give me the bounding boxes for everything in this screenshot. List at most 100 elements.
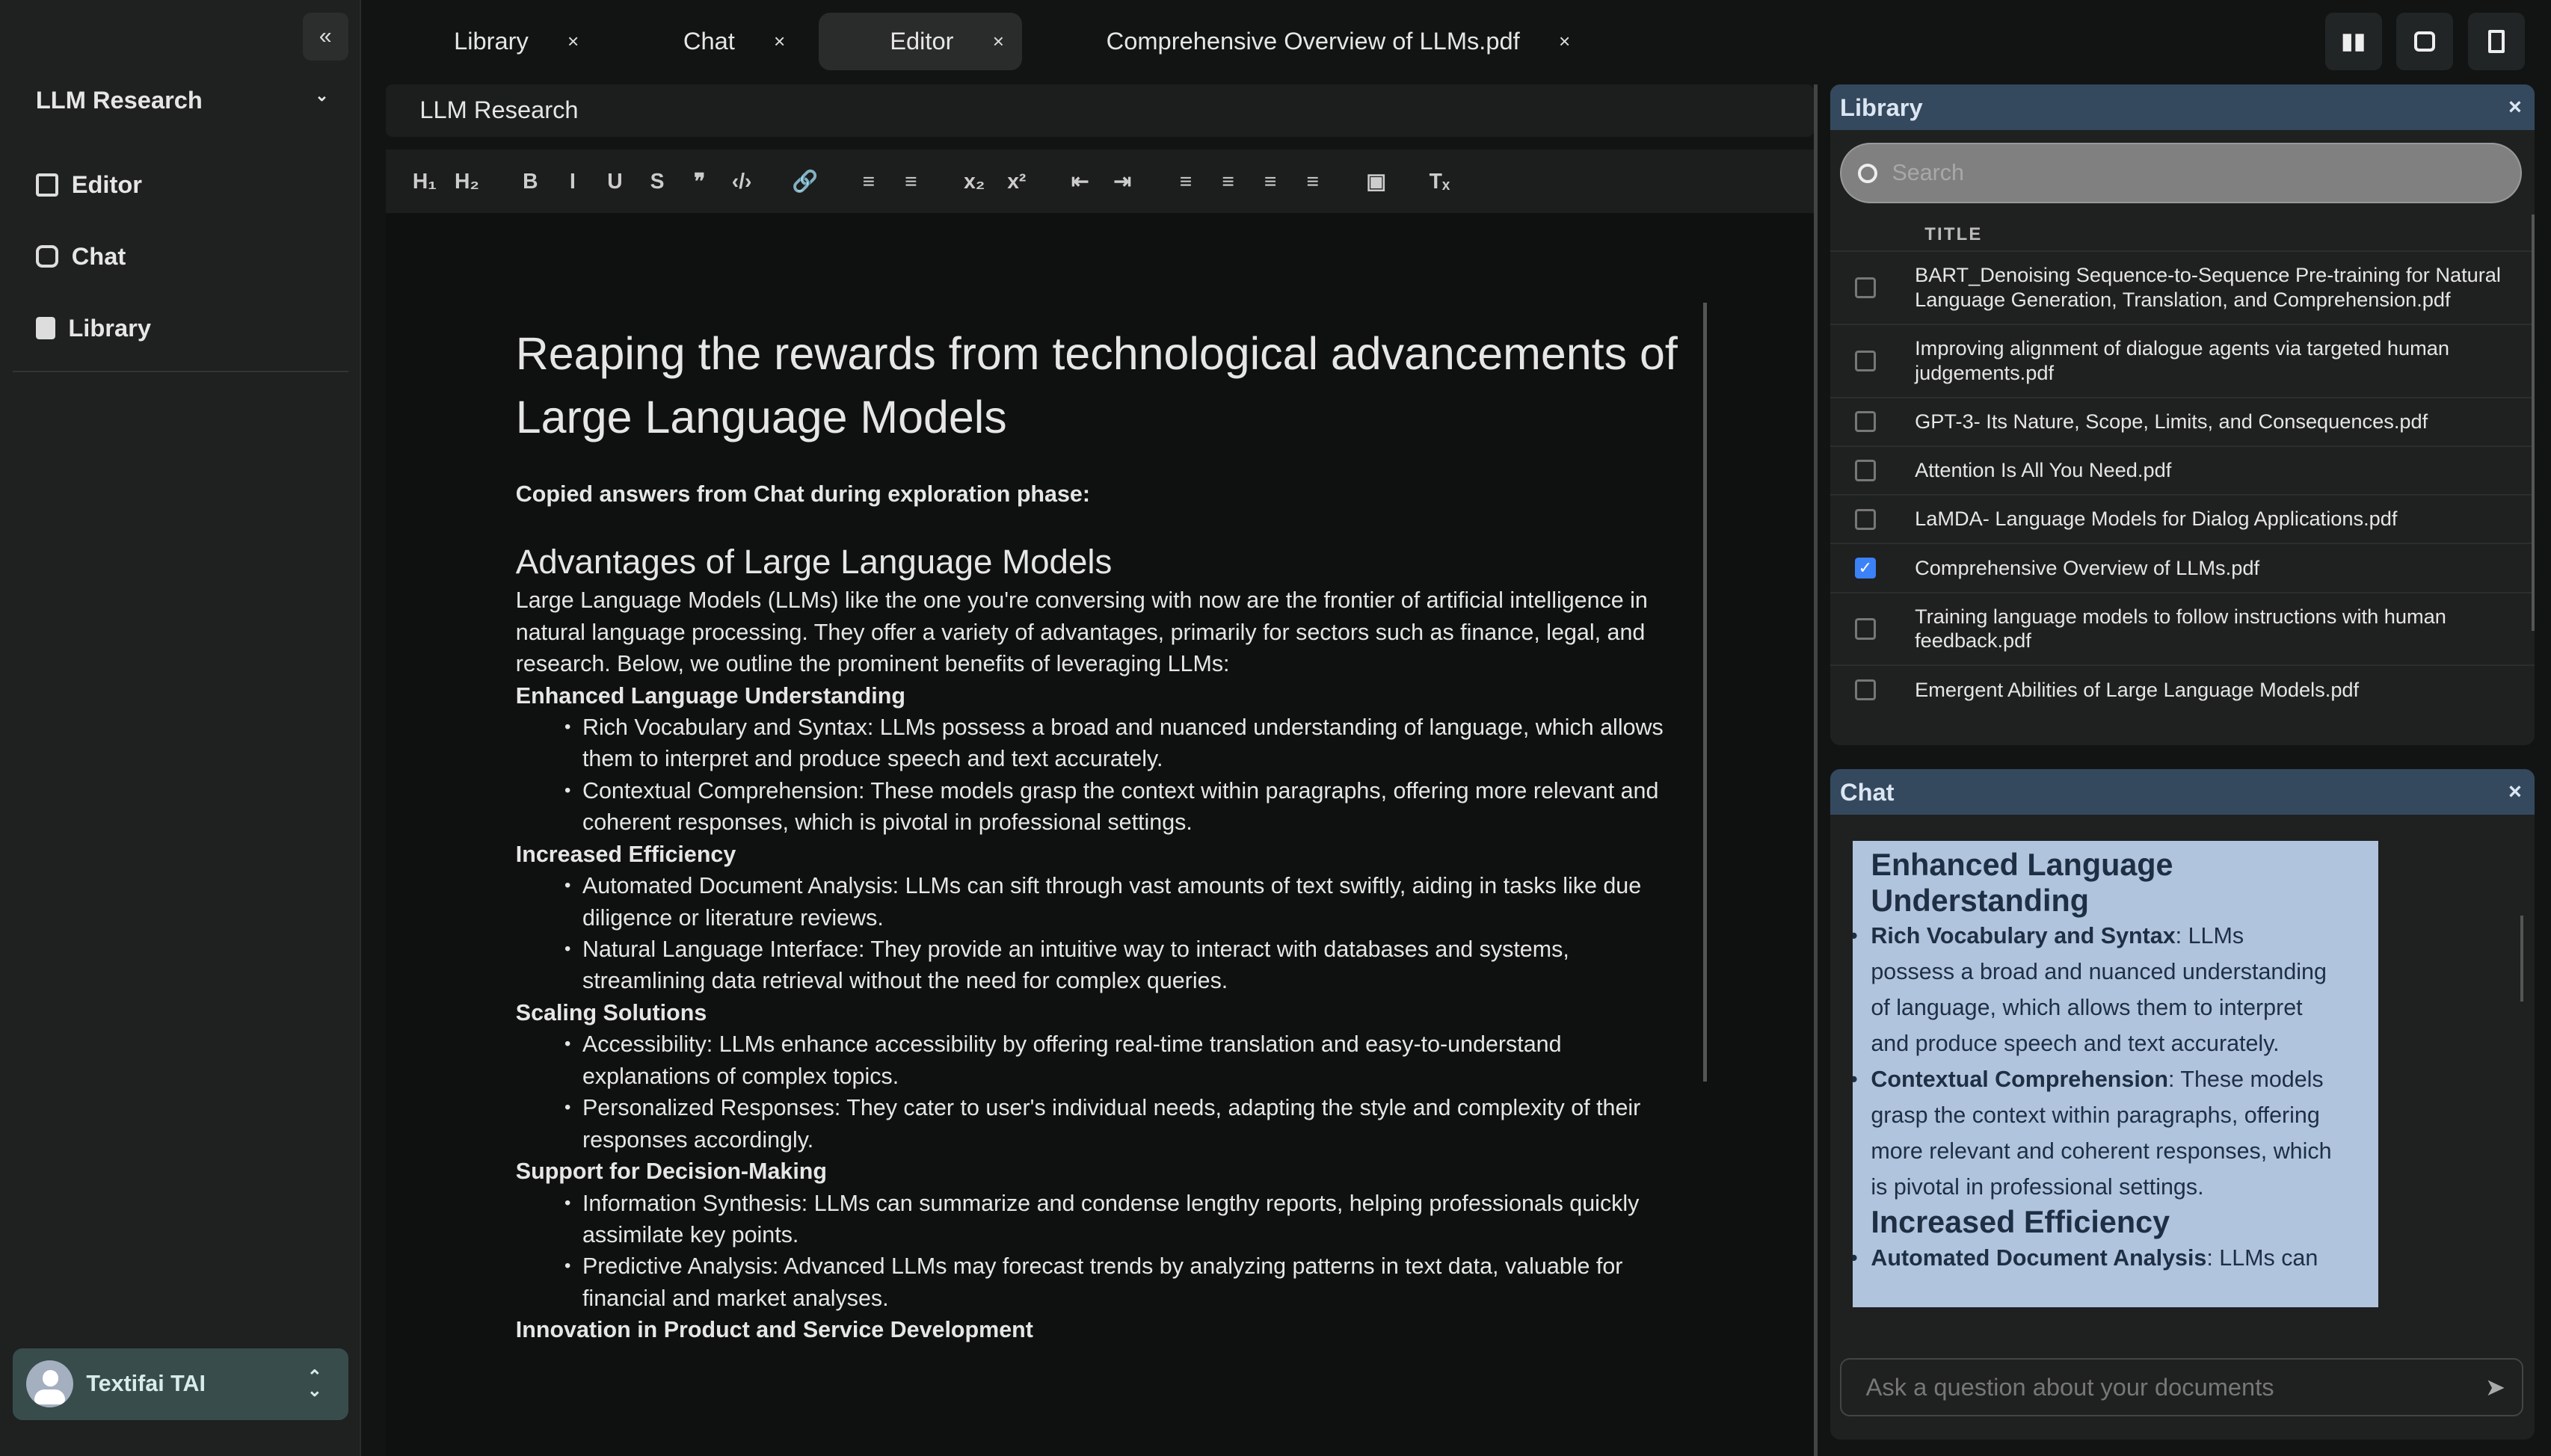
table-row[interactable]: Emergent Abilities of Large Language Mod… (1830, 664, 2535, 713)
library-panel-header: Library × (1830, 84, 2535, 131)
workspace-name: LLM Research (35, 86, 203, 114)
row-checkbox[interactable] (1854, 411, 1876, 433)
outdent-button[interactable]: ⇤ (1059, 169, 1101, 194)
list-item: Automated Document Analysis: LLMs can si… (564, 870, 1695, 934)
editor-scrollbar[interactable] (1703, 302, 1707, 1082)
pdf-file-icon (2488, 30, 2505, 53)
close-icon[interactable]: × (2508, 94, 2522, 120)
clear-format-button[interactable]: Tₓ (1418, 169, 1461, 194)
close-icon[interactable]: × (567, 30, 579, 53)
list-item: Rich Vocabulary and Syntax: LLMs possess… (564, 712, 1695, 775)
sidebar-item-library[interactable]: Library (35, 314, 151, 342)
close-icon[interactable]: × (993, 30, 1004, 53)
send-icon[interactable]: ➤ (2485, 1373, 2505, 1401)
sidebar-item-chat[interactable]: Chat (35, 242, 126, 271)
subsection-title: Innovation in Product and Service Develo… (515, 1317, 1033, 1343)
document-title: BART_Denoising Sequence-to-Sequence Pre-… (1915, 263, 2501, 311)
subsection-title: Scaling Solutions (515, 999, 707, 1025)
table-row[interactable]: BART_Denoising Sequence-to-Sequence Pre-… (1830, 250, 2535, 324)
bullet-list-button[interactable]: ≡ (890, 169, 932, 194)
underline-button[interactable]: U (594, 169, 636, 194)
item-text: : LLMs can (2206, 1245, 2318, 1271)
chat-input[interactable]: Ask a question about your documents ➤ (1840, 1357, 2523, 1417)
search-placeholder: Search (1892, 160, 1964, 186)
user-menu[interactable]: Textifai TAI ⌃ ⌄ (13, 1348, 348, 1420)
bold-button[interactable]: B (509, 169, 552, 194)
library-panel-button[interactable]: ▮▮ (2324, 13, 2382, 70)
panel-title: Chat (1840, 777, 1895, 806)
item-term: Rich Vocabulary and Syntax (1871, 923, 2176, 949)
code-button[interactable]: ‹/› (721, 169, 763, 194)
book-icon (35, 316, 55, 340)
align-center-button[interactable]: ≡ (1207, 169, 1249, 194)
table-row[interactable]: Training language models to follow instr… (1830, 591, 2535, 665)
document-title: Emergent Abilities of Large Language Mod… (1915, 677, 2360, 701)
book-open-icon: ▮▮ (2340, 28, 2366, 54)
avatar (25, 1360, 73, 1408)
tab-label: Editor (890, 27, 954, 55)
pdf-panel-button[interactable] (2467, 13, 2526, 70)
search-input[interactable]: Search (1840, 143, 2522, 203)
indent-button[interactable]: ⇥ (1101, 169, 1144, 194)
table-row[interactable]: Attention Is All You Need.pdf (1830, 445, 2535, 494)
link-button[interactable]: 🔗 (784, 169, 827, 194)
row-checkbox[interactable] (1854, 679, 1876, 701)
tab-label: Library (454, 27, 529, 55)
row-checkbox[interactable]: ✓ (1854, 557, 1876, 579)
close-icon[interactable]: × (774, 30, 785, 53)
tab-pdf[interactable]: Comprehensive Overview of LLMs.pdf × (1079, 13, 1598, 70)
image-button[interactable]: ▣ (1355, 169, 1397, 194)
table-row[interactable]: ✓ Comprehensive Overview of LLMs.pdf (1830, 543, 2535, 591)
item-term: Contextual Comprehension (1871, 1066, 2168, 1092)
document-title: GPT-3- Its Nature, Scope, Limits, and Co… (1915, 409, 2428, 433)
list-item: Natural Language Interface: They provide… (564, 934, 1695, 997)
row-checkbox[interactable] (1854, 508, 1876, 530)
heading-2-button[interactable]: H₂ (446, 169, 488, 194)
quote-button[interactable]: ❞ (678, 169, 721, 194)
table-row[interactable]: LaMDA- Language Models for Dialog Applic… (1830, 494, 2535, 543)
row-checkbox[interactable] (1854, 618, 1876, 640)
intro-text: Copied answers from Chat during explorat… (515, 481, 1090, 507)
superscript-button[interactable]: x² (996, 169, 1038, 194)
chat-scrollbar[interactable] (2520, 916, 2523, 1002)
sidebar-item-editor[interactable]: Editor (35, 170, 142, 199)
tab-editor[interactable]: Editor × (818, 13, 1022, 70)
document-title: Training language models to follow instr… (1915, 604, 2446, 653)
align-right-button[interactable]: ≡ (1249, 169, 1292, 194)
align-justify-button[interactable]: ≡ (1291, 169, 1334, 194)
document-content[interactable]: Reaping the rewards from technological a… (516, 322, 1696, 1346)
search-icon (1857, 163, 1877, 183)
chat-icon (2414, 31, 2436, 52)
panel-resize-handle[interactable] (1814, 84, 1818, 1456)
formatting-toolbar: H₁ H₂ B I U S ❞ ‹/› 🔗 ≡ ≡ x₂ x² ⇤ ⇥ ≡ ≡ ≡ ≡ ▣ Tₓ (385, 149, 1815, 214)
subsection-title: Increased Efficiency (515, 841, 736, 867)
tab-library[interactable]: Library × (426, 13, 606, 70)
collapse-sidebar-button[interactable]: « (302, 13, 348, 61)
chat-message: Enhanced Language Understanding Rich Voc… (1853, 840, 2379, 1308)
document-title-input[interactable]: LLM Research (385, 84, 1815, 137)
strikethrough-button[interactable]: S (636, 169, 679, 194)
workspace-selector[interactable]: LLM Research ⌄ (36, 86, 329, 114)
table-row[interactable]: GPT-3- Its Nature, Scope, Limits, and Co… (1830, 396, 2535, 445)
subscript-button[interactable]: x₂ (953, 169, 996, 194)
tab-label: Comprehensive Overview of LLMs.pdf (1106, 27, 1520, 55)
document-title: Comprehensive Overview of LLMs.pdf (1915, 555, 2259, 579)
italic-button[interactable]: I (552, 169, 594, 194)
column-header-title[interactable]: TITLE (1924, 224, 1982, 245)
close-icon[interactable]: × (1559, 30, 1570, 53)
tab-label: Chat (683, 27, 735, 55)
row-checkbox[interactable] (1854, 460, 1876, 481)
table-row[interactable]: Improving alignment of dialogue agents v… (1830, 323, 2535, 397)
close-icon[interactable]: × (2508, 779, 2522, 805)
document-title: Attention Is All You Need.pdf (1915, 458, 2172, 482)
row-checkbox[interactable] (1854, 277, 1876, 299)
align-left-button[interactable]: ≡ (1165, 169, 1207, 194)
row-checkbox[interactable] (1854, 350, 1876, 371)
chat-panel-button[interactable] (2396, 13, 2454, 70)
library-scrollbar[interactable] (2531, 215, 2535, 632)
tab-chat[interactable]: Chat × (656, 13, 813, 70)
heading-1-button[interactable]: H₁ (404, 169, 446, 194)
item-term: Automated Document Analysis (1871, 1245, 2207, 1271)
ordered-list-button[interactable]: ≡ (848, 169, 890, 194)
list-item: Information Synthesis: LLMs can summariz… (564, 1188, 1695, 1251)
